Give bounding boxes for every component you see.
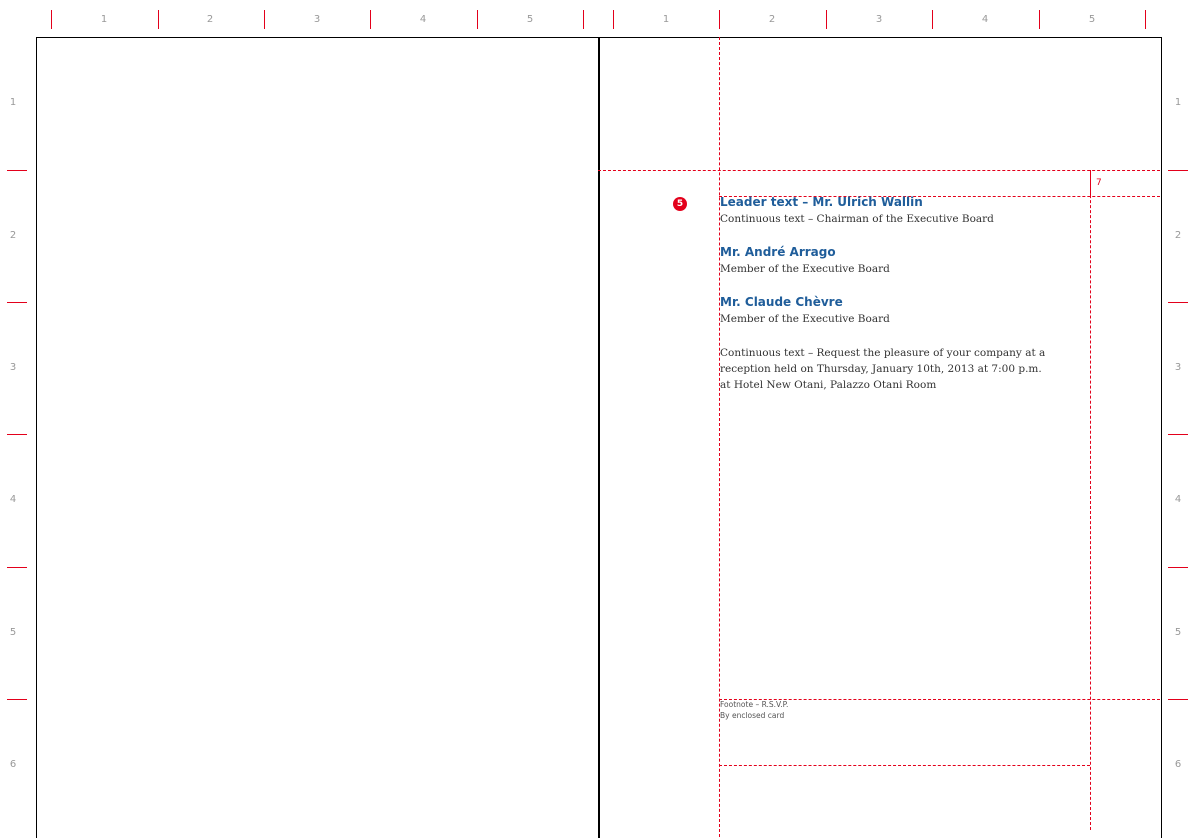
leader-text-3: Mr. Claude Chèvre [720,295,843,309]
side-number: 1 [9,97,17,108]
ruler-tick [51,10,52,29]
leader-text-2: Mr. André Arrago [720,245,836,259]
subtitle-text-1: Continuous text – Chairman of the Execut… [720,213,994,225]
ruler-tick [1039,10,1040,29]
subtitle-text-2: Member of the Executive Board [720,263,890,275]
side-number: 5 [9,627,17,638]
ruler-tick [1145,10,1146,29]
side-tick [7,699,27,700]
ruler-number: 1 [100,14,108,25]
ruler-number: 3 [875,14,883,25]
side-number: 6 [9,759,17,770]
top-margin-guide [598,170,1160,171]
side-number: 2 [1174,230,1182,241]
ruler-tick [264,10,265,29]
side-tick [7,302,27,303]
ruler-tick [932,10,933,29]
callout-badge: 5 [673,197,687,211]
side-tick [7,567,27,568]
ruler-number: 2 [206,14,214,25]
ruler-number: 3 [313,14,321,25]
ruler-number: 5 [526,14,534,25]
side-number: 4 [1174,494,1182,505]
leader-text-1: Leader text – Mr. Ulrich Wallin [720,195,923,209]
paragraph-line: reception held on Thursday, January 10th… [720,363,1042,375]
ruler-number: 4 [419,14,427,25]
measure-label: 7 [1096,178,1102,188]
ruler-number: 1 [662,14,670,25]
ruler-tick [477,10,478,29]
paragraph-line: Continuous text – Request the pleasure o… [720,347,1046,359]
margin-guide-right [1090,170,1091,830]
bottom-margin-guide [719,765,1090,766]
side-tick [7,434,27,435]
footnote-line-1: Footnote – R.S.V.P. [720,700,789,709]
side-tick [1168,699,1188,700]
ruler-number: 5 [1088,14,1096,25]
side-number: 4 [9,494,17,505]
ruler-tick [370,10,371,29]
ruler-number: 2 [768,14,776,25]
side-number: 5 [1174,627,1182,638]
side-number: 6 [1174,759,1182,770]
side-number: 1 [1174,97,1182,108]
paragraph-line: at Hotel New Otani, Palazzo Otani Room [720,379,937,391]
ruler-tick [158,10,159,29]
side-number: 2 [9,230,17,241]
ruler-tick [613,10,614,29]
side-number: 3 [9,362,17,373]
left-page [36,37,600,838]
side-tick [1168,567,1188,568]
side-tick [1168,302,1188,303]
ruler-number: 4 [981,14,989,25]
invitation-paragraph: Continuous text – Request the pleasure o… [720,345,1045,393]
side-tick [1168,170,1188,171]
ruler-tick [719,10,720,29]
side-tick [1168,434,1188,435]
right-page [598,37,1162,838]
ruler-tick [583,10,584,29]
side-tick [7,170,27,171]
measure-bar [1090,170,1091,196]
side-number: 3 [1174,362,1182,373]
subtitle-text-3: Member of the Executive Board [720,313,890,325]
footnote-line-2: By enclosed card [720,711,785,720]
ruler-tick [826,10,827,29]
